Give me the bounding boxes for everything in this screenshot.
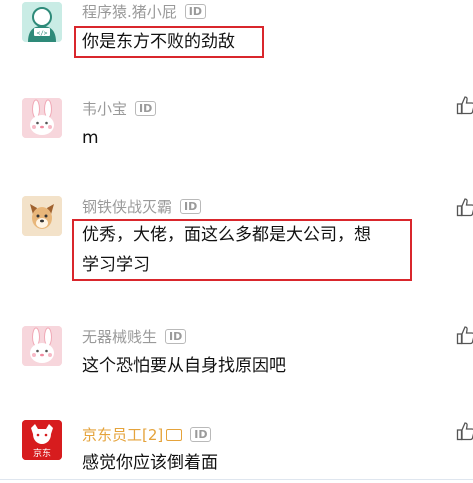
comment-text: 这个恐怕要从自身找原因吧 bbox=[82, 351, 286, 381]
avatar[interactable] bbox=[22, 326, 62, 366]
divider bbox=[0, 479, 473, 480]
jd-dog-logo-icon: 京东 bbox=[22, 420, 62, 460]
id-badge: ID bbox=[190, 427, 212, 442]
thumbs-up-icon[interactable] bbox=[456, 197, 473, 217]
comment-text-line: 学习学习 bbox=[82, 255, 150, 275]
comment-text: 你是东方不败的劲敌 bbox=[82, 27, 235, 57]
comment-text-line: m bbox=[82, 128, 99, 148]
comment-text: 感觉你应该倒着面 bbox=[82, 448, 218, 478]
id-badge: ID bbox=[165, 329, 187, 344]
bunny-icon bbox=[22, 326, 62, 366]
thumbs-up-icon[interactable] bbox=[456, 95, 473, 115]
thumbs-up-icon[interactable] bbox=[456, 421, 473, 441]
vip-icon bbox=[166, 428, 183, 441]
bunny-icon bbox=[22, 98, 62, 138]
id-badge: ID bbox=[135, 101, 157, 116]
avatar[interactable]: </> bbox=[22, 2, 62, 42]
username[interactable]: 无器械贱生 ID bbox=[82, 326, 187, 347]
dog-icon bbox=[22, 196, 62, 236]
id-badge: ID bbox=[180, 199, 202, 214]
comment-text-line: 优秀，大佬，面这么多都是大公司，想 bbox=[82, 225, 371, 245]
username[interactable]: 京东员工[2] ID bbox=[82, 424, 212, 445]
username-text: 程序猿.猪小屁 bbox=[82, 3, 177, 21]
thumbs-up-icon[interactable] bbox=[456, 325, 473, 345]
username-text: 韦小宝 bbox=[82, 100, 128, 118]
username-text: 钢铁侠战灭霸 bbox=[82, 198, 173, 216]
id-badge: ID bbox=[184, 4, 207, 19]
comment-text-line: 感觉你应该倒着面 bbox=[82, 453, 218, 473]
username[interactable]: 钢铁侠战灭霸 ID bbox=[82, 196, 202, 217]
username[interactable]: 韦小宝 ID bbox=[82, 98, 157, 119]
username-text: 京东员工[2] bbox=[82, 426, 164, 444]
username-text: 无器械贱生 bbox=[82, 328, 158, 346]
comment-text: m bbox=[82, 123, 99, 153]
comment-text: 优秀，大佬，面这么多都是大公司，想 学习学习 bbox=[82, 220, 371, 280]
avatar[interactable] bbox=[22, 196, 62, 236]
jd-logo-text: 京东 bbox=[33, 447, 51, 459]
avatar[interactable] bbox=[22, 98, 62, 138]
person-icon: </> bbox=[22, 2, 62, 42]
svg-text:</>: </> bbox=[37, 30, 48, 37]
username[interactable]: 程序猿.猪小屁 ID bbox=[82, 1, 207, 22]
avatar[interactable]: 京东 bbox=[22, 420, 62, 460]
comment-text-line: 你是东方不败的劲敌 bbox=[82, 32, 235, 52]
comment-text-line: 这个恐怕要从自身找原因吧 bbox=[82, 356, 286, 376]
